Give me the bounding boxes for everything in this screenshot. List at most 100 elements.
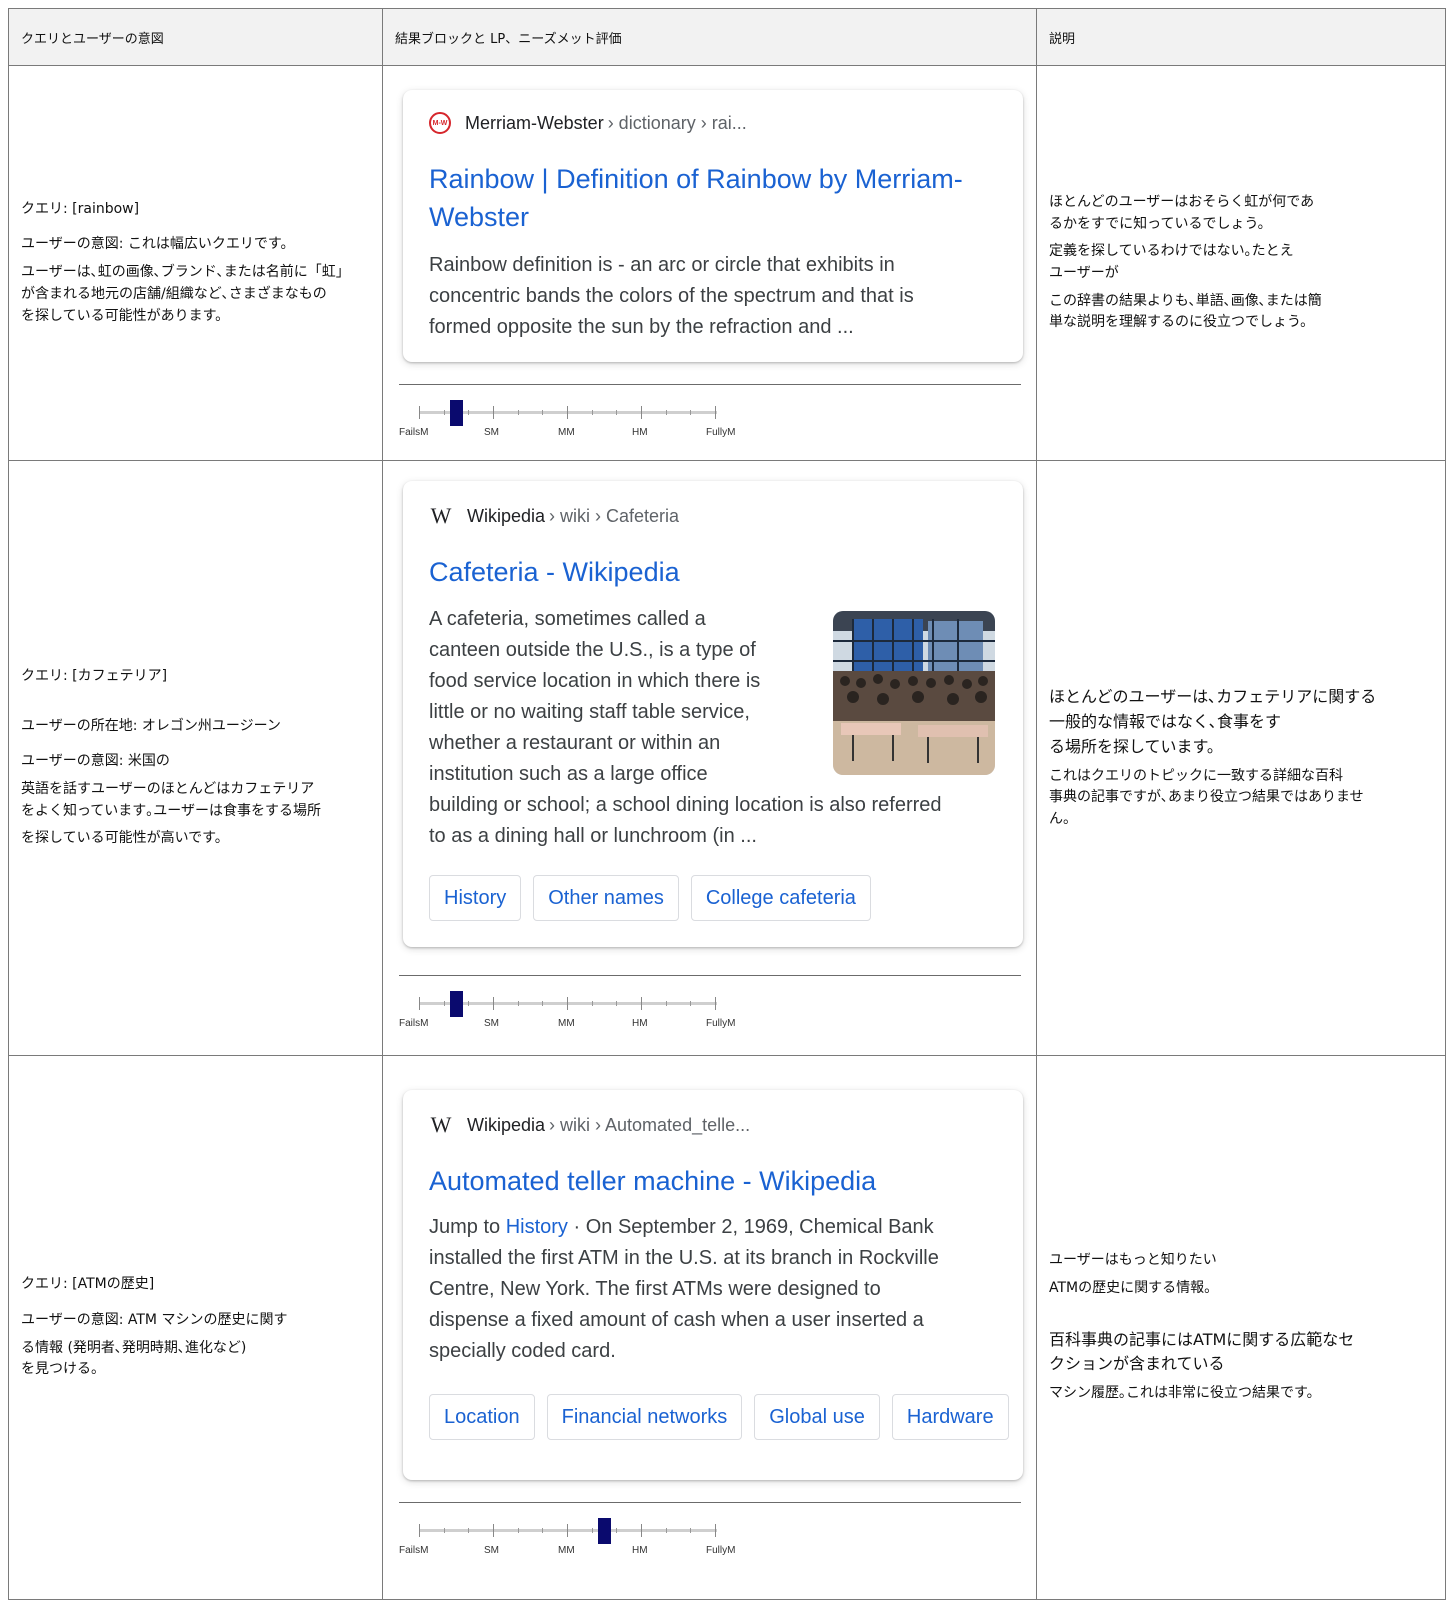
rating-label-failsm: FailsM xyxy=(399,427,429,438)
result-title-link[interactable]: Rainbow | Definition of Rainbow by Merri… xyxy=(429,160,963,236)
result-cell: W Wikipedia › wiki › Automated_telle... … xyxy=(382,1055,1037,1600)
result-cell: M-W Merriam-Webster › dictionary › rai..… xyxy=(382,65,1037,462)
chip-other-names[interactable]: Other names xyxy=(533,875,679,921)
result-snippet: Jump to History · On September 2, 1969, … xyxy=(429,1212,939,1367)
snippet-line: Jump to History · On September 2, 1969, … xyxy=(429,1212,939,1243)
explanation-line: 一般的な情報ではなく､食事をす xyxy=(1049,712,1282,732)
query-intent-cell: クエリ: [ATMの歴史] ユーザーの意図: ATM マシンの歴史に関す る情報… xyxy=(8,1055,383,1600)
query-text: クエリ: [rainbow] xyxy=(21,200,140,217)
rating-minor-tick xyxy=(517,1001,519,1006)
explanation-line: る場所を探しています。 xyxy=(1049,736,1223,756)
rating-minor-tick xyxy=(468,410,470,415)
rating-major-tick xyxy=(493,997,494,1010)
intent-line: を見つける。 xyxy=(21,1361,105,1378)
cafeteria-thumbnail-image[interactable] xyxy=(833,611,995,775)
rating-major-tick xyxy=(419,406,420,419)
rating-major-tick xyxy=(567,406,568,419)
header-explanation: 説明 xyxy=(1036,8,1446,66)
rating-major-tick xyxy=(419,997,420,1010)
intent-line: る情報 (発明者､発明時期､進化など) xyxy=(21,1339,247,1356)
rating-major-tick xyxy=(641,406,642,419)
rating-minor-tick xyxy=(665,1001,667,1006)
search-result-card: M-W Merriam-Webster › dictionary › rai..… xyxy=(403,90,1023,362)
query-intent-cell: クエリ: [カフェテリア] ユーザーの所在地: オレゴン州ユージーン ユーザーの… xyxy=(8,460,383,1056)
explanation-line: ほとんどのユーザーはおそらく虹が何であ xyxy=(1049,193,1315,210)
snippet-line: installed the first ATM in the U.S. at i… xyxy=(429,1247,939,1269)
rating-minor-tick xyxy=(591,1528,593,1533)
result-chip-scroller[interactable]: Location Financial networks Global use H… xyxy=(403,1394,1023,1444)
explanation-line: 単な説明を理解するのに役立つでしょう。 xyxy=(1049,314,1315,331)
explanation-line: クションが含まれている xyxy=(1049,1354,1225,1374)
rating-label-fullym: FullyM xyxy=(706,427,736,438)
rating-track xyxy=(419,411,717,414)
table-row: クエリ: [rainbow] ユーザーの意図: これは幅広いクエリです。 ユーザ… xyxy=(8,65,1446,462)
rating-marker xyxy=(450,991,463,1017)
rating-label-sm: SM xyxy=(484,427,499,438)
snippet-line: Centre, New York. The first ATMs were de… xyxy=(429,1278,881,1300)
rating-minor-tick xyxy=(542,1528,544,1533)
rating-label-failsm: FailsM xyxy=(399,1018,429,1029)
rating-label-mm: MM xyxy=(558,1018,575,1029)
result-breadcrumb-path: › wiki › Automated_telle... xyxy=(549,1114,751,1135)
intent-line: ユーザーの意図: ATM マシンの歴史に関す xyxy=(21,1311,288,1328)
intent-line: を探している可能性があります。 xyxy=(21,307,230,324)
rating-minor-tick xyxy=(468,1001,470,1006)
result-chip-row: Location Financial networks Global use H… xyxy=(429,1394,1009,1440)
rating-minor-tick xyxy=(690,1528,692,1533)
rating-minor-tick xyxy=(665,410,667,415)
search-result-card: W Wikipedia › wiki › Cafeteria Cafeteria… xyxy=(403,481,1023,947)
explanation-cell: ほとんどのユーザーはおそらく虹が何であ るかをすでに知っているでしょう。 定義を… xyxy=(1036,65,1446,461)
table-row: クエリ: [カフェテリア] ユーザーの所在地: オレゴン州ユージーン ユーザーの… xyxy=(8,460,1446,1056)
rating-minor-tick xyxy=(517,1528,519,1533)
snippet-line: building or school; a school dining loca… xyxy=(429,794,942,816)
explanation-line: ほとんどのユーザーは､カフェテリアに関する xyxy=(1049,687,1377,707)
needs-met-rating-scale: FailsM SM MM HM FullyM xyxy=(399,384,1021,462)
chip-financial-networks[interactable]: Financial networks xyxy=(546,1394,743,1440)
history-jump-link[interactable]: History xyxy=(506,1216,568,1238)
intent-line: が含まれる地元の店舗/組織など､さまざまなもの xyxy=(21,285,327,302)
rating-minor-tick xyxy=(616,1001,618,1006)
result-site-name[interactable]: Wikipedia xyxy=(467,506,545,527)
result-source: W Wikipedia › wiki › Cafeteria xyxy=(429,503,679,529)
result-chip-row: History Other names College cafeteria xyxy=(429,875,871,921)
needs-met-rating-scale: FailsM SM MM HM FullyM xyxy=(399,1502,1021,1580)
rating-major-tick xyxy=(567,997,568,1010)
chip-location[interactable]: Location xyxy=(429,1394,535,1440)
rating-major-tick xyxy=(419,1524,420,1537)
rating-minor-tick xyxy=(542,1001,544,1006)
result-title-link[interactable]: Cafeteria - Wikipedia xyxy=(429,553,680,591)
snippet-text: · On September 2, 1969, Chemical Bank xyxy=(567,1216,934,1238)
rating-minor-tick xyxy=(443,1528,445,1533)
rating-divider xyxy=(399,975,1021,976)
rating-marker xyxy=(598,1518,611,1544)
result-title-link[interactable]: Automated teller machine - Wikipedia xyxy=(429,1162,876,1200)
header-query-intent: クエリとユーザーの意図 xyxy=(8,8,383,66)
chip-history[interactable]: History xyxy=(429,875,522,921)
rating-track xyxy=(419,1529,717,1532)
rating-minor-tick xyxy=(690,410,692,415)
table-row: クエリ: [ATMの歴史] ユーザーの意図: ATM マシンの歴史に関す る情報… xyxy=(8,1055,1446,1600)
result-breadcrumb-path: › wiki › Cafeteria xyxy=(549,505,680,526)
intent-line: ユーザーは､虹の画像､ブランド､または名前に「虹」 xyxy=(21,264,350,281)
rating-label-hm: HM xyxy=(632,1545,648,1556)
explanation-line: この辞書の結果よりも､単語､画像､または簡 xyxy=(1049,292,1322,309)
rating-label-mm: MM xyxy=(558,1545,575,1556)
intent-line: を探している可能性が高いです。 xyxy=(21,830,229,847)
search-result-card: W Wikipedia › wiki › Automated_telle... … xyxy=(403,1090,1023,1480)
explanation-line: これはクエリのトピックに一致する詳細な百科 xyxy=(1049,767,1343,784)
result-site-name[interactable]: Wikipedia xyxy=(467,1115,545,1136)
rating-label-hm: HM xyxy=(632,1018,648,1029)
result-snippet: Rainbow definition is - an arc or circle… xyxy=(429,250,914,343)
rating-divider xyxy=(399,384,1021,385)
rating-label-fullym: FullyM xyxy=(706,1018,736,1029)
explanation-line: マシン履歴｡これは非常に役立つ結果です。 xyxy=(1049,1385,1321,1402)
chip-hardware[interactable]: Hardware xyxy=(891,1394,1009,1440)
chip-college-cafeteria[interactable]: College cafeteria xyxy=(690,875,871,921)
chip-global-use[interactable]: Global use xyxy=(754,1394,880,1440)
result-source: W Wikipedia › wiki › Automated_telle... xyxy=(429,1112,751,1138)
explanation-cell: ユーザーはもっと知りたい ATMの歴史に関する情報。 百科事典の記事にはATMに… xyxy=(1036,1055,1446,1600)
rating-minor-tick xyxy=(468,1528,470,1533)
result-site-name[interactable]: Merriam-Webster xyxy=(465,113,604,134)
cafeteria-photo xyxy=(833,611,995,775)
rating-minor-tick xyxy=(690,1001,692,1006)
